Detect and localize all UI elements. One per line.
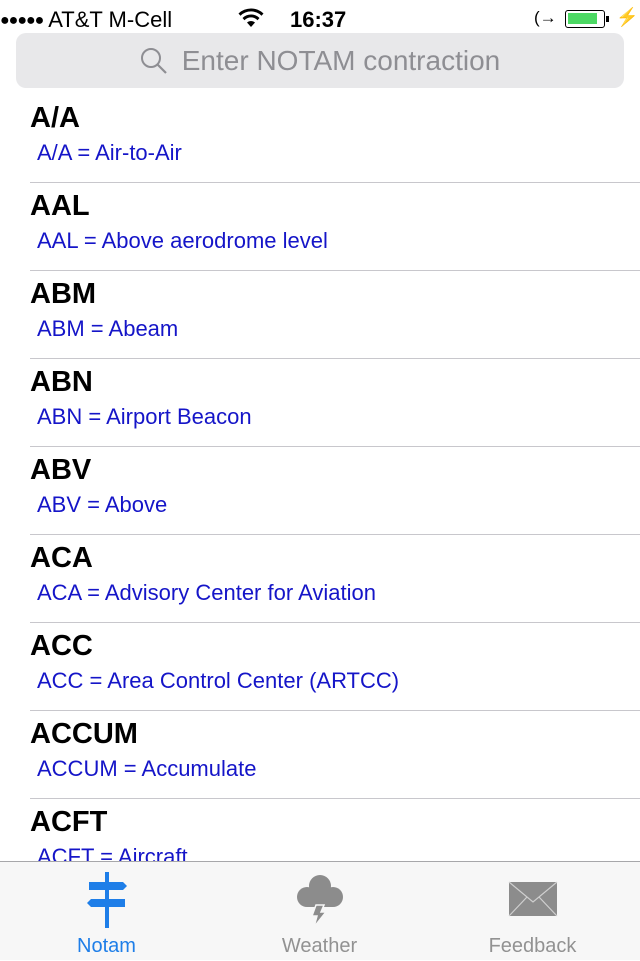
contraction-code: AAL xyxy=(30,190,90,222)
rotation-lock-icon: (→ xyxy=(534,8,557,27)
clock: 16:37 xyxy=(290,7,347,32)
charging-icon: ⚡ xyxy=(616,7,639,27)
contraction-description: A/A = Air-to-Air xyxy=(37,140,182,165)
contraction-description: ACA = Advisory Center for Aviation xyxy=(37,580,376,605)
search-input[interactable]: Enter NOTAM contraction xyxy=(16,33,624,88)
list-item[interactable]: A/A A/A = Air-to-Air xyxy=(0,95,640,183)
list-item[interactable]: ABV ABV = Above xyxy=(0,447,640,535)
contraction-code: A/A xyxy=(30,102,80,134)
contraction-description: ABN = Airport Beacon xyxy=(37,404,252,429)
signpost-icon xyxy=(86,872,127,928)
contraction-description: ACC = Area Control Center (ARTCC) xyxy=(37,668,400,693)
storm-cloud-icon xyxy=(296,875,343,928)
carrier-name: AT&T M-Cell xyxy=(48,7,173,32)
contraction-description: AAL = Above aerodrome level xyxy=(37,228,328,253)
contraction-code: ACFT xyxy=(30,806,108,838)
contraction-description: ACCUM = Accumulate xyxy=(37,756,257,781)
contraction-code: ABV xyxy=(30,454,92,486)
list-item[interactable]: ABN ABN = Airport Beacon xyxy=(0,359,640,447)
contraction-code: ABM xyxy=(30,278,97,310)
list-item[interactable]: ABM ABM = Abeam xyxy=(0,271,640,359)
list-item[interactable]: ACA ACA = Advisory Center for Aviation xyxy=(0,535,640,623)
envelope-icon xyxy=(508,881,557,917)
search-icon xyxy=(140,47,167,74)
contraction-code: ACC xyxy=(30,630,93,662)
tab-bar: Notam Weather Feedback xyxy=(0,861,640,960)
tab-weather[interactable]: Weather xyxy=(213,862,426,961)
list-item[interactable]: ACC ACC = Area Control Center (ARTCC) xyxy=(0,623,640,711)
carrier-info: ●●●●● AT&T M-Cell xyxy=(0,7,172,33)
list-item[interactable]: AAL AAL = Above aerodrome level xyxy=(0,183,640,271)
tab-feedback[interactable]: Feedback xyxy=(426,862,639,961)
wifi-icon xyxy=(238,8,264,34)
contraction-code: ACCUM xyxy=(30,718,138,750)
battery-icon xyxy=(565,10,609,28)
tab-label: Notam xyxy=(77,935,136,957)
contraction-description: ABM = Abeam xyxy=(37,316,179,341)
list-item[interactable]: ACFT ACFT = Aircraft xyxy=(0,799,640,861)
contraction-code: ACA xyxy=(30,542,93,574)
signal-strength-icon: ●●●●● xyxy=(0,12,44,29)
notam-list[interactable]: A/A A/A = Air-to-Air AAL AAL = Above aerodr… xyxy=(0,95,640,861)
search-placeholder: Enter NOTAM contraction xyxy=(181,44,501,76)
contraction-code: ABN xyxy=(30,366,93,398)
tab-label: Weather xyxy=(281,935,358,957)
list-item[interactable]: ACCUM ACCUM = Accumulate xyxy=(0,711,640,799)
contraction-description: ACFT = Aircraft xyxy=(37,844,188,861)
tab-notam[interactable]: Notam xyxy=(0,862,213,961)
contraction-description: ABV = Above xyxy=(37,492,168,517)
tab-label: Feedback xyxy=(488,935,577,957)
